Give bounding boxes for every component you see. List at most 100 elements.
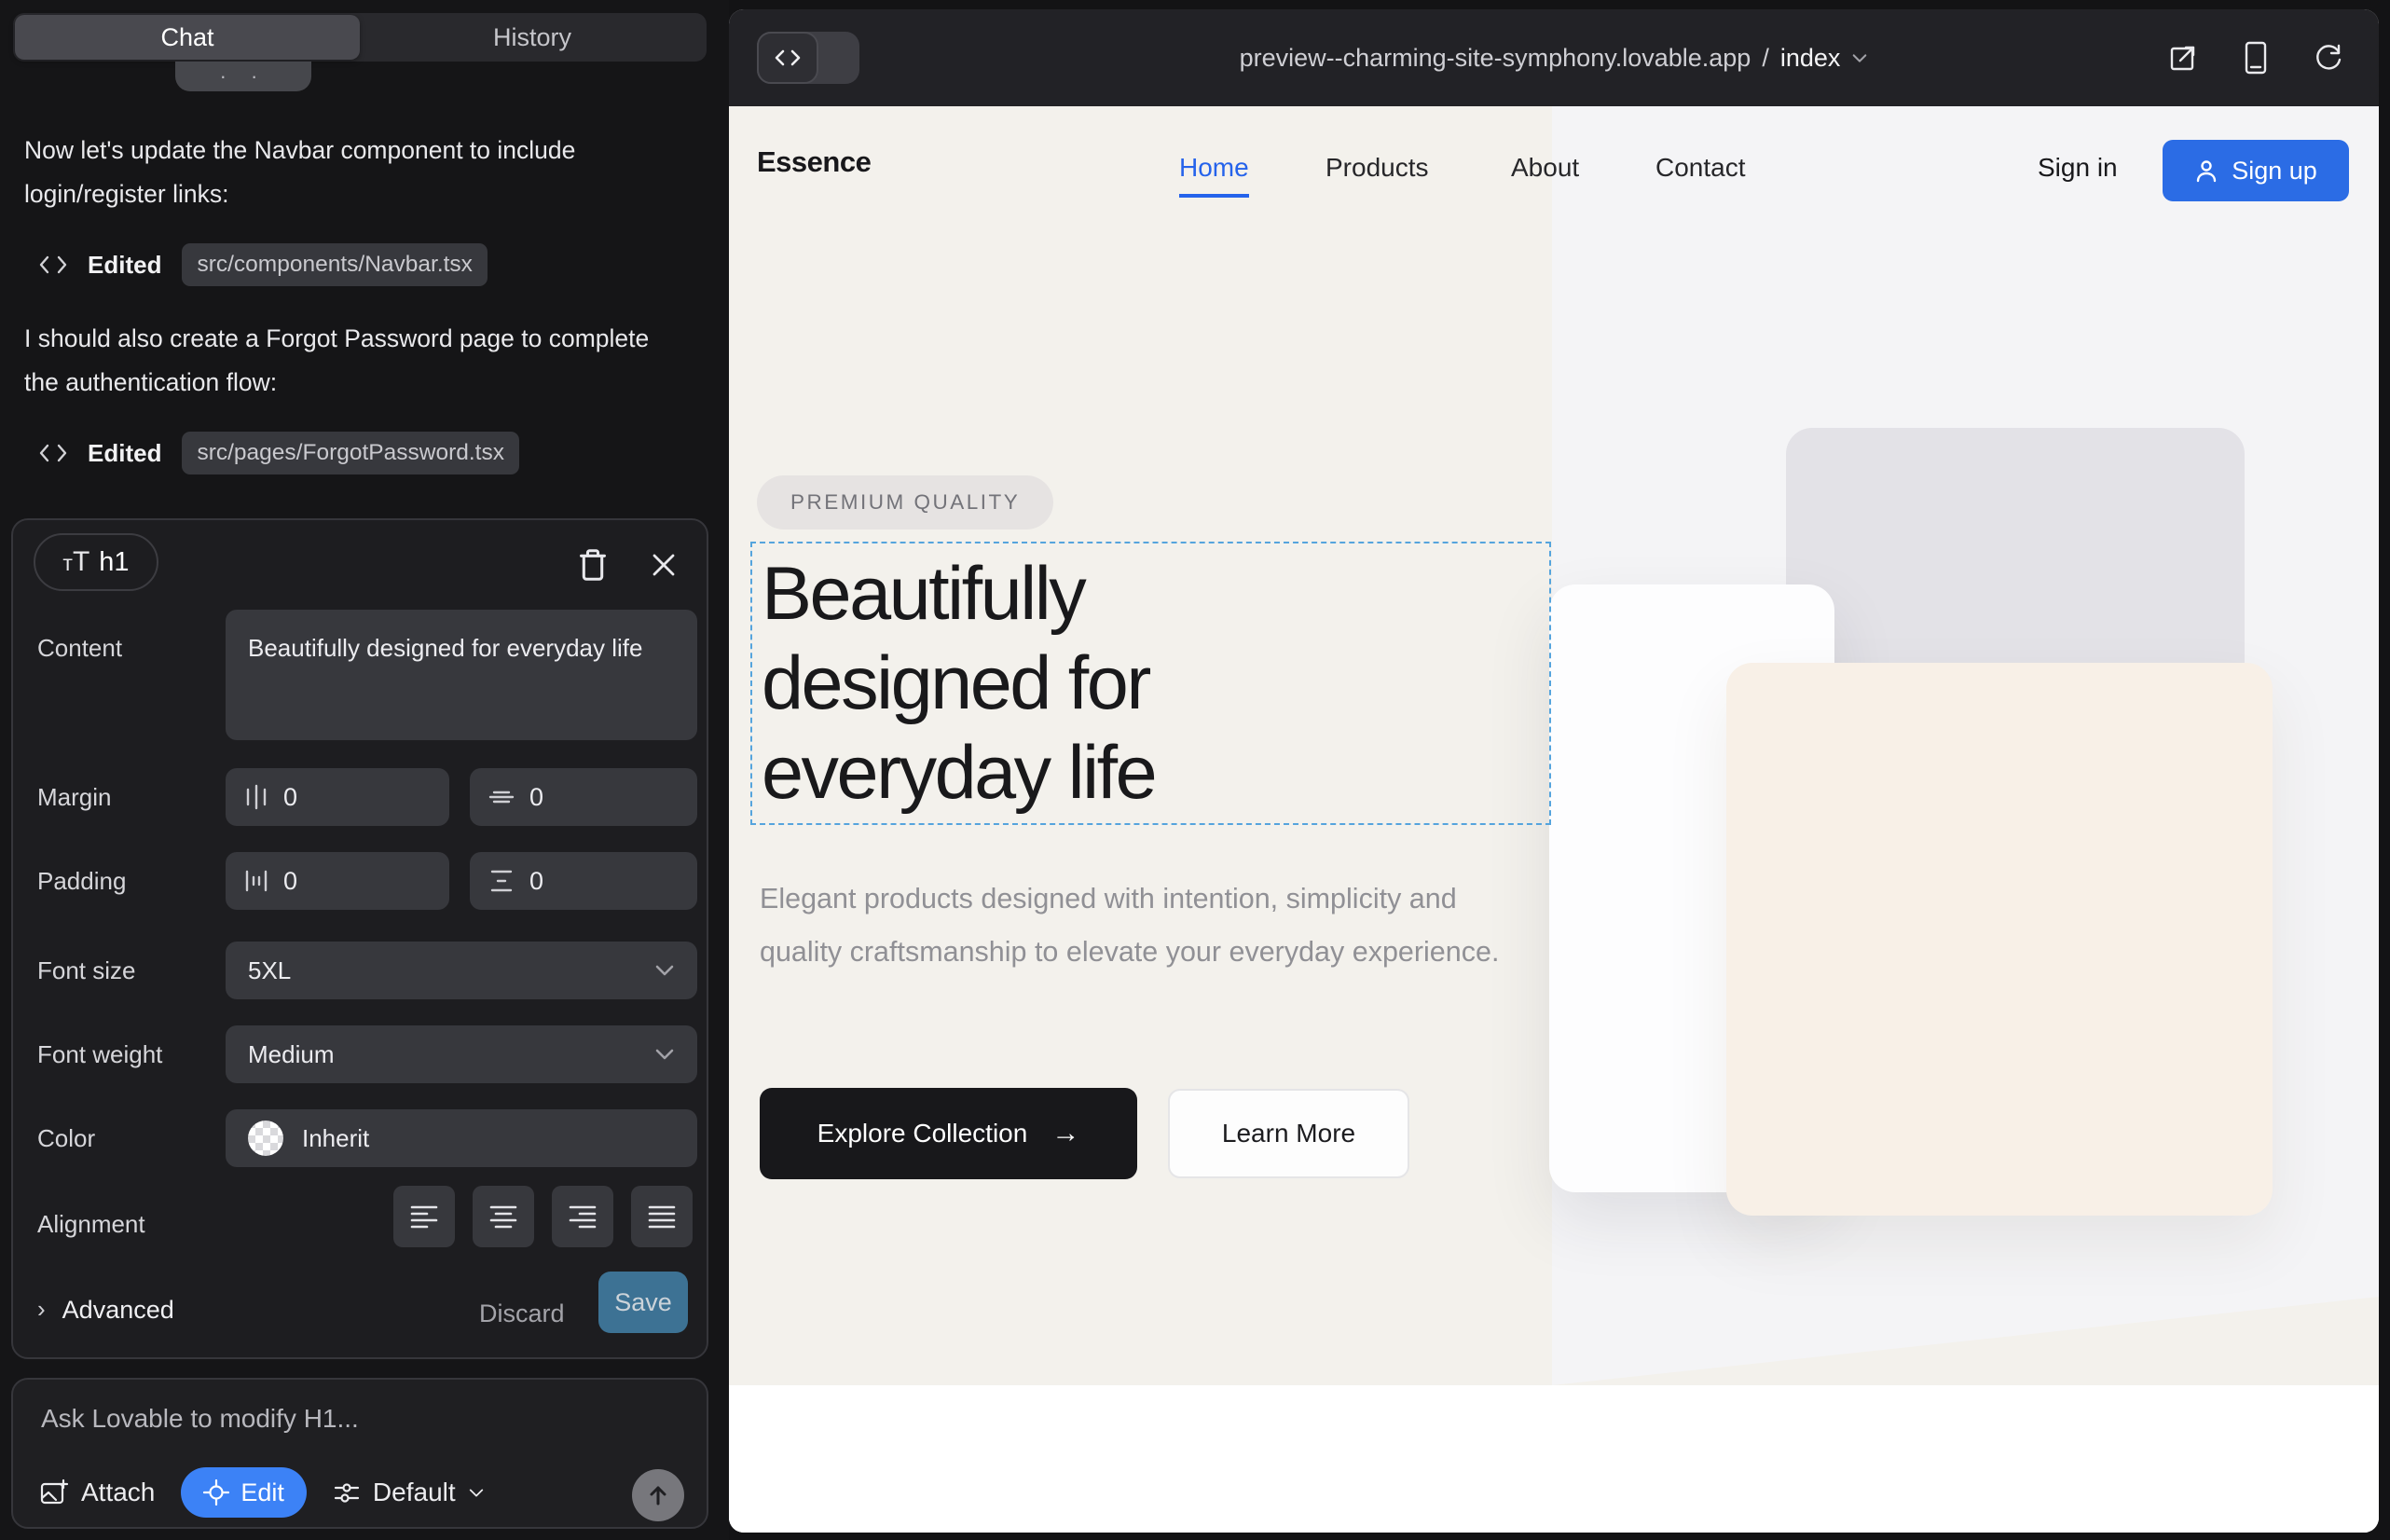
hero-heading-line: Beautifully (762, 549, 1155, 639)
color-select[interactable]: Inherit (226, 1109, 697, 1167)
discard-button[interactable]: Discard (479, 1299, 565, 1328)
site-logo[interactable]: Essence (757, 145, 871, 179)
margin-y-field[interactable] (470, 768, 697, 826)
edit-label: Edit (240, 1478, 284, 1507)
mode-label: Default (373, 1478, 456, 1507)
selected-element-tag: тT h1 (34, 533, 158, 591)
sign-up-label: Sign up (2232, 157, 2317, 186)
nav-link-products[interactable]: Products (1325, 153, 1429, 183)
learn-more-button[interactable]: Learn More (1168, 1089, 1409, 1178)
arrow-up-icon (646, 1483, 670, 1507)
tab-history[interactable]: History (360, 15, 705, 60)
align-right-icon (567, 1203, 598, 1231)
user-icon (2194, 158, 2218, 183)
content-input[interactable]: Beautifully designed for everyday life (226, 610, 697, 740)
hero-description: Elegant products designed with intention… (760, 873, 1515, 979)
margin-x-field[interactable] (226, 768, 449, 826)
edit-mode-pill[interactable]: Edit (181, 1467, 307, 1518)
margin-y-input[interactable] (529, 783, 604, 812)
font-size-select[interactable]: 5XL (226, 942, 697, 999)
scrolled-chip-partial[interactable]: · · (175, 62, 311, 91)
font-size-value: 5XL (248, 956, 291, 985)
open-external-icon (2168, 43, 2198, 73)
trash-icon (577, 548, 609, 582)
file-chip-forgot-password[interactable]: src/pages/ForgotPassword.tsx (182, 432, 519, 474)
type-icon: тT (62, 546, 89, 578)
padding-x-input[interactable] (283, 867, 358, 896)
advanced-toggle[interactable]: › Advanced (37, 1296, 174, 1325)
url-path: index (1780, 44, 1841, 73)
code-icon (39, 254, 67, 275)
attach-button[interactable]: Attach (39, 1478, 155, 1507)
mobile-preview-button[interactable] (2237, 39, 2274, 76)
edited-label: Edited (88, 439, 161, 468)
font-weight-select[interactable]: Medium (226, 1025, 697, 1083)
padding-y-input[interactable] (529, 867, 604, 896)
file-chip-navbar[interactable]: src/components/Navbar.tsx (182, 243, 487, 286)
next-section-white (729, 1385, 2379, 1533)
chevron-down-icon (1851, 53, 1868, 63)
margin-label: Margin (37, 783, 111, 812)
edited-file-row: Edited src/pages/ForgotPassword.tsx (39, 429, 519, 477)
refresh-icon (2314, 43, 2343, 73)
padding-y-field[interactable] (470, 852, 697, 910)
align-justify-button[interactable] (631, 1186, 693, 1247)
padding-label: Padding (37, 867, 126, 896)
color-label: Color (37, 1124, 95, 1153)
color-swatch-transparent (248, 1121, 283, 1156)
chevron-down-icon (654, 1048, 675, 1061)
chat-sidebar: Chat History · · Now let's update the Na… (0, 0, 729, 1540)
save-button[interactable]: Save (598, 1272, 688, 1333)
chat-message: Now let's update the Navbar component to… (24, 129, 686, 216)
element-editor-panel: тT h1 Content Beautifully designed for e… (11, 518, 708, 1359)
nav-link-about[interactable]: About (1511, 153, 1579, 183)
chat-input[interactable] (41, 1404, 675, 1451)
browser-toolbar: preview--charming-site-symphony.lovable.… (729, 9, 2379, 106)
chat-composer: Attach Edit Default (11, 1378, 708, 1529)
color-value: Inherit (302, 1124, 369, 1153)
chat-message: I should also create a Forgot Password p… (24, 317, 686, 405)
align-left-button[interactable] (393, 1186, 455, 1247)
mobile-preview-icon (2244, 41, 2268, 75)
code-icon (39, 443, 67, 463)
align-center-icon (488, 1203, 519, 1231)
decor-card-cream (1726, 663, 2273, 1216)
tab-chat[interactable]: Chat (15, 15, 360, 60)
sign-up-button[interactable]: Sign up (2163, 140, 2349, 201)
delete-element-button[interactable] (572, 544, 613, 585)
premium-quality-badge: PREMIUM QUALITY (757, 475, 1053, 529)
margin-vertical-icon (488, 785, 515, 809)
mode-select[interactable]: Default (333, 1478, 485, 1507)
advanced-label: Advanced (62, 1296, 174, 1325)
site-navbar: Essence Home Products About Contact Sign… (729, 106, 2379, 218)
font-weight-label: Font weight (37, 1040, 162, 1069)
send-button[interactable] (632, 1469, 684, 1521)
align-justify-icon (646, 1203, 678, 1231)
composer-toolbar: Attach Edit Default (39, 1467, 485, 1518)
refresh-button[interactable] (2310, 39, 2347, 76)
explore-collection-label: Explore Collection (817, 1119, 1028, 1148)
preview-page: Essence Home Products About Contact Sign… (729, 106, 2379, 1533)
padding-x-field[interactable] (226, 852, 449, 910)
close-editor-button[interactable] (643, 544, 684, 585)
open-external-button[interactable] (2164, 39, 2202, 76)
margin-x-input[interactable] (283, 783, 358, 812)
arrow-right-icon: → (1051, 1118, 1079, 1149)
attach-image-icon (39, 1478, 69, 1506)
h1-selection-outline[interactable]: Beautifully designed for everyday life (750, 542, 1551, 825)
sign-in-link[interactable]: Sign in (2038, 153, 2118, 183)
align-center-button[interactable] (473, 1186, 534, 1247)
url-bar[interactable]: preview--charming-site-symphony.lovable.… (729, 9, 2379, 106)
alignment-label: Alignment (37, 1210, 145, 1239)
edit-target-icon (203, 1479, 229, 1506)
align-right-button[interactable] (552, 1186, 613, 1247)
font-weight-value: Medium (248, 1040, 334, 1069)
margin-horizontal-icon (244, 784, 268, 810)
tag-label: h1 (99, 547, 129, 578)
nav-link-home[interactable]: Home (1179, 153, 1249, 183)
sidebar-tab-bar: Chat History (13, 13, 707, 62)
explore-collection-button[interactable]: Explore Collection → (760, 1088, 1137, 1179)
content-label: Content (37, 634, 122, 663)
nav-link-contact[interactable]: Contact (1655, 153, 1746, 183)
hero-heading: Beautifully designed for everyday life (762, 549, 1155, 818)
